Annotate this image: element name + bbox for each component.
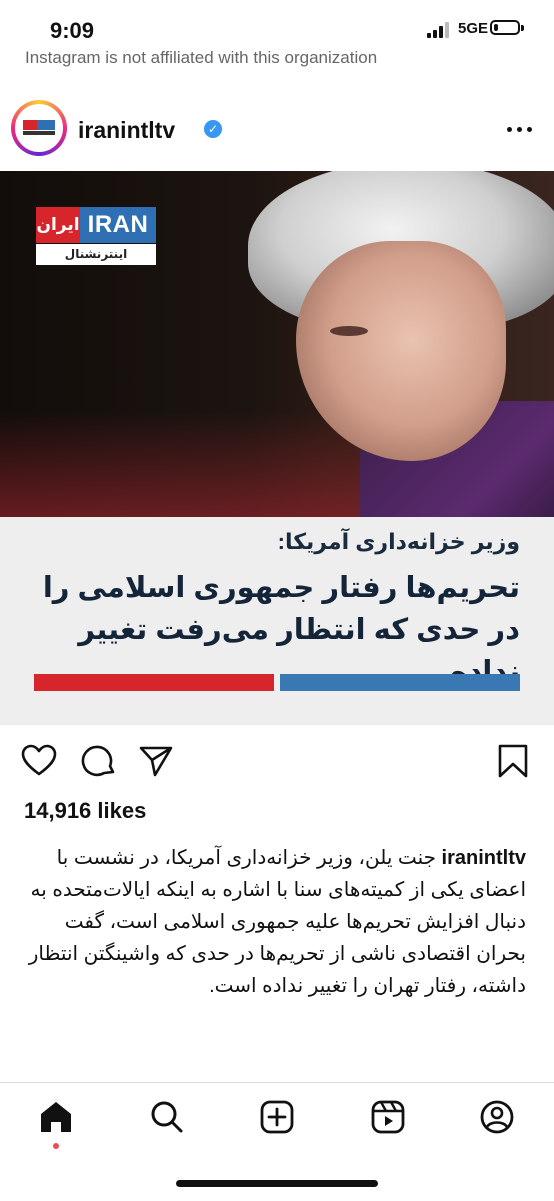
- cellular-signal-icon: [427, 22, 453, 38]
- logo-blue-text: IRAN: [80, 207, 156, 243]
- post-image[interactable]: ایران IRAN اینترنشنال وزیر خزانه‌داری آم…: [0, 171, 554, 725]
- verified-badge-icon: ✓: [204, 120, 222, 138]
- heart-icon[interactable]: [20, 742, 58, 780]
- bookmark-icon[interactable]: [494, 742, 532, 780]
- comment-icon[interactable]: [80, 742, 118, 780]
- profile-icon[interactable]: [478, 1098, 516, 1136]
- avatar[interactable]: [15, 104, 63, 152]
- battery-tip: [521, 25, 524, 31]
- create-icon[interactable]: [258, 1098, 296, 1136]
- red-accent-bar: [34, 674, 274, 691]
- home-notification-dot: [53, 1143, 59, 1149]
- reels-icon[interactable]: [369, 1098, 407, 1136]
- headline-kicker: وزیر خزانه‌داری آمریکا:: [277, 529, 520, 554]
- logo-subtitle: اینترنشنال: [36, 244, 156, 265]
- likes-count[interactable]: 14,916 likes: [24, 798, 146, 824]
- battery-icon: [490, 20, 520, 35]
- portrait-photo: ایران IRAN اینترنشنال: [0, 171, 554, 517]
- home-indicator[interactable]: [176, 1180, 378, 1187]
- home-icon[interactable]: [37, 1098, 75, 1136]
- logo-red-text: ایران: [36, 207, 80, 243]
- next-line-hint: [28, 1072, 228, 1082]
- more-options-button[interactable]: [505, 125, 535, 135]
- caption-text: جنت یلن، وزیر خزانه‌داری آمریکا، در نشست…: [28, 847, 526, 997]
- network-type: 5GE: [458, 20, 489, 37]
- headline-panel: وزیر خزانه‌داری آمریکا: تحریم‌ها رفتار ج…: [0, 517, 554, 725]
- blue-accent-bar: [280, 674, 520, 691]
- search-icon[interactable]: [148, 1098, 186, 1136]
- previous-post-caption: Instagram is not affiliated with this or…: [25, 48, 378, 67]
- send-icon[interactable]: [137, 742, 175, 780]
- post-username[interactable]: iranintltv: [78, 117, 175, 144]
- status-time: 9:09: [50, 18, 95, 43]
- caption-username[interactable]: iranintltv: [442, 847, 526, 869]
- iran-international-logo: ایران IRAN اینترنشنال: [36, 207, 156, 265]
- post-caption: iranintltv جنت یلن، وزیر خزانه‌داری آمری…: [26, 842, 526, 1002]
